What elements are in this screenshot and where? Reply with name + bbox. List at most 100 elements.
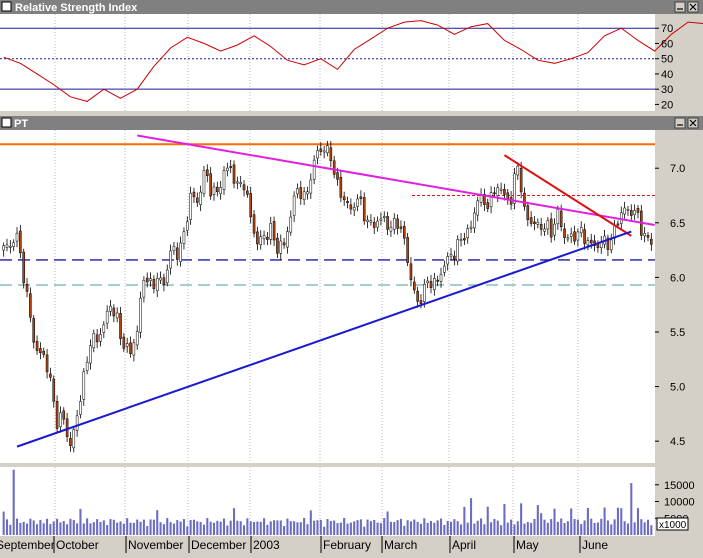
candle-body bbox=[55, 401, 59, 429]
candle-body bbox=[199, 191, 202, 205]
candle-body bbox=[69, 437, 72, 446]
volume-tick-label: 15000 bbox=[664, 480, 695, 492]
volume-bar bbox=[383, 518, 386, 535]
volume-bar bbox=[643, 522, 646, 535]
volume-bar bbox=[483, 524, 486, 535]
volume-bar bbox=[476, 520, 479, 535]
candle-body bbox=[112, 307, 116, 317]
volume-bar bbox=[263, 518, 266, 535]
volume-bar bbox=[443, 524, 446, 535]
volume-bar bbox=[546, 522, 549, 535]
volume-bar bbox=[209, 521, 212, 535]
volume-bar bbox=[439, 518, 443, 535]
candle-body bbox=[189, 192, 192, 220]
volume-bar bbox=[256, 521, 259, 535]
candle-body bbox=[643, 233, 646, 237]
candle-body bbox=[99, 334, 102, 342]
candle-body bbox=[35, 341, 39, 351]
x-tick-label: June bbox=[582, 538, 608, 552]
candle-body bbox=[453, 255, 456, 260]
candle-body bbox=[362, 197, 366, 222]
volume-bar bbox=[276, 520, 279, 535]
candle-body bbox=[12, 242, 15, 247]
candle-body bbox=[539, 223, 543, 230]
candle-body bbox=[79, 401, 82, 415]
panel-separator[interactable] bbox=[0, 463, 703, 467]
panel-separator[interactable] bbox=[0, 111, 703, 116]
volume-bar bbox=[246, 518, 249, 535]
volume-bar bbox=[533, 518, 536, 535]
price-panel-icon[interactable] bbox=[1, 117, 12, 128]
volume-bar bbox=[553, 508, 556, 535]
volume-bar bbox=[366, 519, 369, 535]
candle-body bbox=[366, 219, 369, 222]
volume-bar bbox=[116, 522, 119, 535]
volume-bar bbox=[520, 503, 523, 535]
candle-body bbox=[546, 220, 550, 230]
volume-bar bbox=[449, 521, 453, 535]
volume-bar bbox=[202, 524, 206, 535]
volume-bar bbox=[9, 524, 12, 535]
volume-bar bbox=[99, 521, 102, 535]
rsi-minimize-button[interactable] bbox=[674, 1, 686, 13]
candle-body bbox=[349, 204, 353, 210]
volume-bar bbox=[506, 522, 509, 535]
volume-bar bbox=[222, 518, 226, 535]
candle-body bbox=[145, 277, 149, 283]
volume-bar bbox=[136, 519, 139, 535]
price-minimize-button[interactable] bbox=[674, 117, 686, 129]
volume-bar bbox=[69, 518, 72, 535]
volume-bar bbox=[22, 521, 25, 535]
candle-body bbox=[369, 220, 373, 223]
candle-body bbox=[249, 193, 253, 218]
volume-bar bbox=[593, 522, 596, 535]
volume-bar bbox=[109, 519, 112, 535]
volume-bar bbox=[620, 508, 623, 535]
volume-bar bbox=[403, 525, 406, 535]
candle-body bbox=[372, 221, 376, 228]
volume-bar bbox=[42, 523, 45, 535]
candle-body bbox=[179, 242, 182, 262]
candle-body bbox=[142, 279, 146, 298]
x-tick-label: April bbox=[452, 538, 476, 552]
volume-bar bbox=[493, 518, 496, 535]
rsi-tick-label: 60 bbox=[661, 38, 673, 50]
volume-bar bbox=[600, 518, 603, 535]
volume-bar bbox=[89, 523, 92, 535]
candle-body bbox=[302, 191, 306, 200]
candle-body bbox=[39, 348, 42, 353]
candle-body bbox=[122, 336, 126, 349]
candle-body bbox=[85, 361, 89, 371]
volume-bar bbox=[129, 522, 132, 535]
volume-bar bbox=[560, 518, 563, 535]
volume-bar bbox=[82, 523, 85, 535]
candle-body bbox=[406, 237, 409, 263]
volume-bar bbox=[159, 522, 162, 535]
price-panel-title: PT bbox=[14, 118, 28, 130]
candle-body bbox=[473, 212, 476, 229]
volume-bar bbox=[613, 519, 616, 535]
volume-bar bbox=[413, 519, 416, 535]
volume-bar bbox=[59, 522, 62, 535]
candle-body bbox=[9, 245, 12, 248]
volume-bar bbox=[463, 506, 466, 535]
rsi-panel-icon[interactable] bbox=[1, 1, 12, 12]
volume-bar bbox=[139, 521, 142, 535]
candle-body bbox=[609, 239, 613, 251]
candle-body bbox=[192, 191, 196, 198]
candle-body bbox=[526, 205, 530, 220]
candle-body bbox=[259, 236, 263, 245]
volume-bar bbox=[249, 521, 252, 535]
candle-body bbox=[516, 165, 520, 176]
volume-bar bbox=[226, 525, 229, 535]
candle-body bbox=[650, 238, 653, 245]
volume-bar bbox=[102, 520, 105, 535]
x-tick-label: 2003 bbox=[253, 538, 280, 552]
volume-bar bbox=[326, 519, 329, 535]
candle-body bbox=[279, 240, 283, 254]
volume-bar bbox=[630, 483, 633, 535]
price-tick-label: 5.0 bbox=[670, 382, 685, 394]
volume-bar bbox=[373, 519, 376, 535]
volume-bar bbox=[510, 519, 513, 535]
candle-body bbox=[2, 245, 5, 251]
